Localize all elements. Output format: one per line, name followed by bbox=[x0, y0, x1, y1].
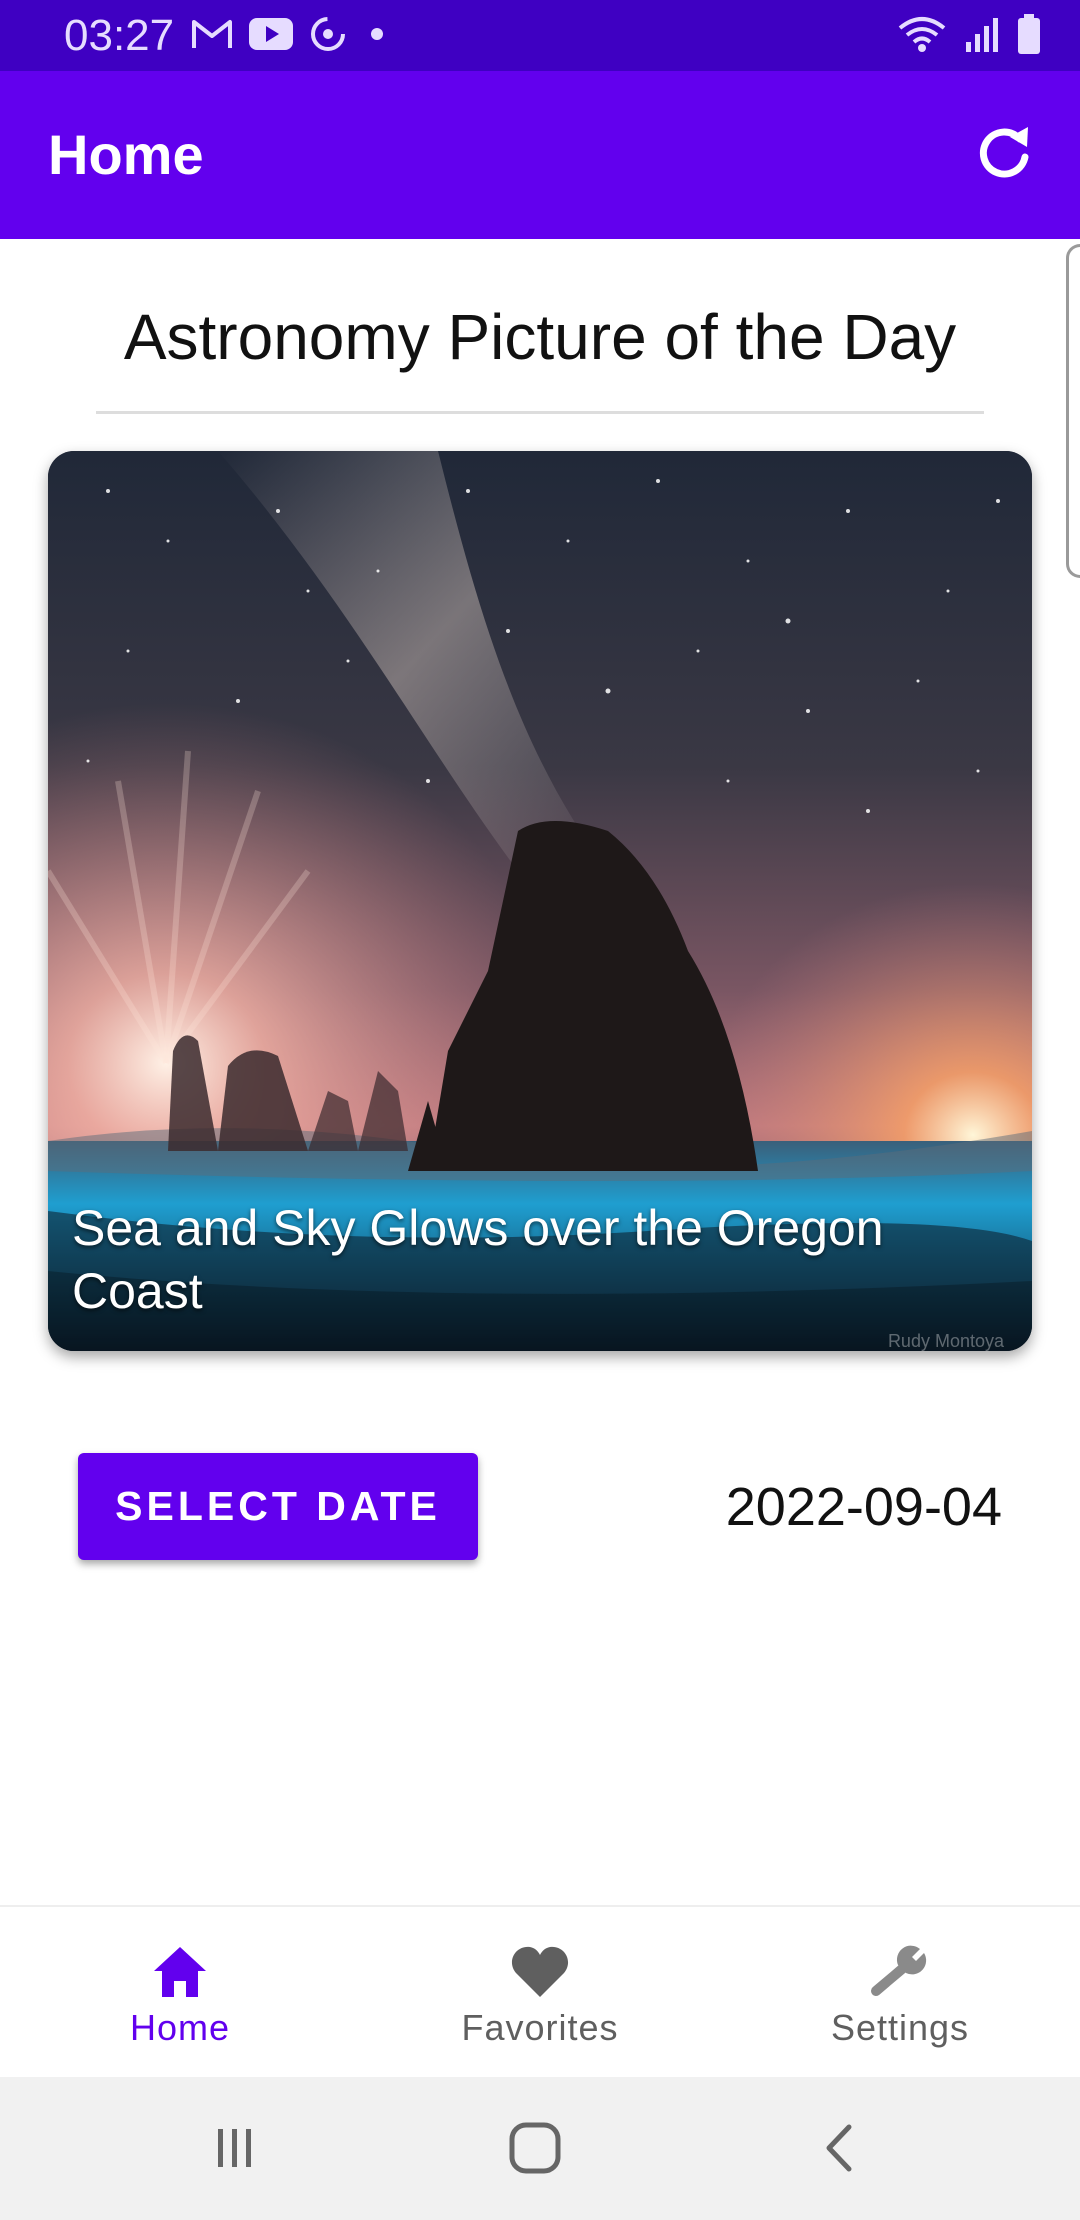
back-button[interactable] bbox=[805, 2115, 875, 2185]
gmail-icon bbox=[190, 16, 234, 57]
select-date-button[interactable]: SELECT DATE bbox=[78, 1453, 478, 1560]
status-notification-icons bbox=[190, 10, 392, 62]
nav-label-favorites: Favorites bbox=[461, 2007, 619, 2048]
nav-label-settings: Settings bbox=[830, 2007, 970, 2048]
youtube-icon bbox=[248, 17, 294, 56]
page-title: Astronomy Picture of the Day bbox=[123, 301, 957, 373]
dot-icon bbox=[362, 19, 392, 54]
heading-divider bbox=[96, 411, 984, 414]
sync-icon bbox=[308, 14, 348, 59]
back-icon bbox=[815, 2123, 865, 2178]
home-icon bbox=[148, 1939, 212, 2009]
nav-item-home[interactable]: Home bbox=[0, 1907, 360, 2079]
app-bar-title: Home bbox=[48, 123, 204, 186]
wrench-icon bbox=[868, 1939, 932, 2009]
app-bar: Home bbox=[0, 71, 1080, 239]
nav-label-home: Home bbox=[129, 2007, 231, 2048]
screen: 03:27 Home Astronomy Picture of the Day … bbox=[0, 0, 1080, 2220]
battery-icon bbox=[1016, 13, 1042, 60]
selected-date: 2022-09-04 bbox=[725, 1477, 1002, 1537]
signal-icon bbox=[962, 14, 1002, 59]
status-time: 03:27 bbox=[64, 11, 175, 60]
home-circle-icon bbox=[507, 2120, 563, 2181]
refresh-icon bbox=[974, 123, 1034, 188]
bottom-navigation: Home Favorites Settings bbox=[0, 1905, 1080, 2079]
refresh-button[interactable] bbox=[962, 113, 1046, 197]
nav-item-favorites[interactable]: Favorites bbox=[360, 1907, 720, 2079]
apod-caption: Sea and Sky Glows over the Oregon Coast bbox=[72, 1200, 884, 1319]
wifi-icon bbox=[896, 14, 948, 59]
apod-card[interactable]: Sea and Sky Glows over the Oregon Coast … bbox=[48, 451, 1032, 1351]
system-navigation-bar bbox=[0, 2077, 1080, 2220]
scroll-indicator bbox=[1066, 244, 1080, 578]
status-bar: 03:27 bbox=[0, 0, 1080, 71]
home-system-button[interactable] bbox=[500, 2115, 570, 2185]
photo-credit: Rudy Montoya bbox=[887, 1331, 1004, 1351]
heart-icon bbox=[508, 1939, 572, 2009]
recent-apps-icon bbox=[210, 2123, 260, 2178]
nav-item-settings[interactable]: Settings bbox=[720, 1907, 1080, 2079]
status-system-icons bbox=[896, 10, 1042, 62]
recent-apps-button[interactable] bbox=[200, 2115, 270, 2185]
